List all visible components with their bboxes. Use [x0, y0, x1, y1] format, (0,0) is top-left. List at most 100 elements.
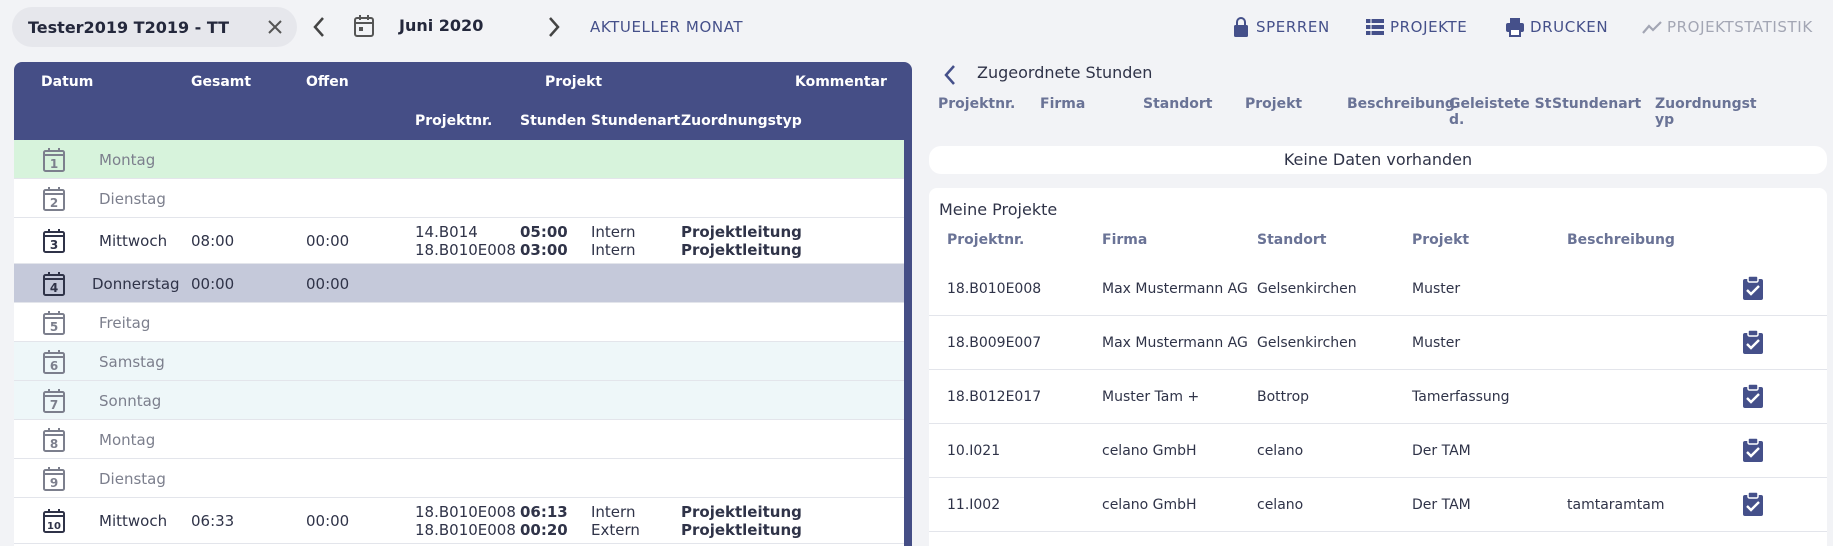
- my-projects-title: Meine Projekte: [939, 200, 1058, 219]
- day-name: Mittwoch: [99, 512, 168, 530]
- rh-beschreibung: Beschreibung: [1347, 96, 1455, 112]
- user-name: Tester2019 T2019 - TT: [28, 17, 230, 37]
- calendar-day-icon: 4: [43, 271, 65, 296]
- project-number: 10.I021: [947, 443, 1001, 459]
- list-icon: [1366, 19, 1384, 35]
- day-number: 9: [50, 476, 58, 490]
- assign-clipboard-icon[interactable]: [1741, 437, 1765, 463]
- project-row[interactable]: 18.B009E007 Max Mustermann AG Gelsenkirche…: [929, 316, 1827, 370]
- col-gesamt: Gesamt: [191, 74, 252, 90]
- project-location: Gelsenkirchen: [1257, 335, 1357, 351]
- rh-firma: Firma: [1040, 96, 1086, 112]
- project-location: celano: [1257, 497, 1304, 513]
- calendar-icon[interactable]: [353, 14, 375, 38]
- col-zuordnungstyp: Zuordnungstyp: [681, 113, 802, 129]
- ph-projekt: Projekt: [1412, 232, 1470, 248]
- rh-geleistete-a: Geleistete St: [1449, 96, 1552, 112]
- project-company: Max Mustermann AG: [1102, 335, 1248, 351]
- project-number: 18.B010E008: [415, 503, 516, 521]
- back-icon[interactable]: [940, 62, 960, 88]
- rh-zuordnung-b: yp: [1655, 112, 1675, 128]
- project-name: Muster: [1412, 281, 1461, 297]
- day-number: 5: [50, 320, 58, 334]
- hour-type: Intern: [591, 223, 636, 241]
- project-location: Gelsenkirchen: [1257, 281, 1357, 297]
- day-row[interactable]: 3 Mittwoch 08:00 00:00 14.B014 18.B010E008 05:…: [14, 218, 904, 264]
- project-row[interactable]: 18.B010E008 Max Mustermann AG Gelsenkirche…: [929, 262, 1827, 316]
- assign-clipboard-icon[interactable]: [1741, 329, 1765, 355]
- assigned-hours-title: Zugeordnete Stunden: [977, 63, 1153, 82]
- day-name: Montag: [99, 430, 156, 449]
- clear-icon[interactable]: [265, 17, 285, 37]
- hours-value: 00:20: [520, 521, 568, 539]
- project-row[interactable]: 11.I002 celano GmbH celano Der TAM tamtaramt…: [929, 478, 1827, 532]
- day-row[interactable]: 6 Samstag: [14, 342, 904, 381]
- print-button[interactable]: DRUCKEN: [1504, 16, 1608, 38]
- project-company: celano GmbH: [1102, 497, 1197, 513]
- scrollbar[interactable]: [904, 140, 912, 546]
- day-row[interactable]: 7 Sonntag: [14, 381, 904, 420]
- rh-projektnr: Projektnr.: [938, 96, 1016, 112]
- rh-stundenart: Stundenart: [1552, 96, 1642, 112]
- user-selector[interactable]: Tester2019 T2019 - TT: [12, 7, 297, 47]
- day-row[interactable]: 10 Mittwoch 06:33 00:00 18.B010E008 18.B010E0…: [14, 498, 904, 544]
- current-month-button[interactable]: AKTUELLER MONAT: [590, 18, 743, 36]
- day-number: 1: [50, 157, 58, 171]
- assignment-type: Projektleitung: [681, 223, 802, 241]
- assignment-type: Projektleitung: [681, 521, 802, 539]
- assign-clipboard-icon[interactable]: [1741, 383, 1765, 409]
- assign-clipboard-icon[interactable]: [1741, 491, 1765, 517]
- stats-label: PROJEKTSTATISTIK: [1667, 18, 1813, 36]
- rh-projekt: Projekt: [1245, 96, 1303, 112]
- day-row[interactable]: 1 Montag: [14, 140, 904, 179]
- day-name: Freitag: [99, 313, 151, 332]
- lock-button[interactable]: SPERREN: [1230, 16, 1330, 38]
- calendar-day-icon: 3: [43, 229, 65, 253]
- rh-geleistete-b: d.: [1449, 112, 1465, 128]
- project-description: tamtaramtam: [1567, 497, 1665, 513]
- project-company: Max Mustermann AG: [1102, 281, 1248, 297]
- rh-zuordnung-a: Zuordnungst: [1655, 96, 1757, 112]
- day-row[interactable]: 2 Dienstag: [14, 179, 904, 218]
- project-row[interactable]: 10.I021 celano GmbH celano Der TAM: [929, 424, 1827, 478]
- calendar-day-icon: 7: [43, 388, 65, 413]
- calendar-day-icon: 6: [43, 349, 65, 374]
- stats-button[interactable]: PROJEKTSTATISTIK: [1641, 16, 1813, 38]
- prev-month-icon[interactable]: [308, 14, 332, 40]
- next-month-icon[interactable]: [541, 14, 565, 40]
- assign-clipboard-icon[interactable]: [1741, 275, 1765, 301]
- table-header: Datum Gesamt Offen Projekt Kommentar Pro…: [14, 62, 912, 140]
- hours-value: 05:00: [520, 223, 568, 241]
- calendar-day-icon: 8: [43, 427, 65, 452]
- hour-type: Extern: [591, 521, 640, 539]
- day-row[interactable]: 8 Montag: [14, 420, 904, 459]
- assignment-type: Projektleitung: [681, 503, 802, 521]
- day-number: 6: [50, 359, 58, 373]
- project-number: 18.B012E017: [947, 389, 1042, 405]
- day-name: Dienstag: [99, 189, 166, 208]
- day-number: 7: [50, 398, 58, 412]
- col-datum: Datum: [41, 74, 94, 90]
- project-number: 18.B010E008: [415, 241, 516, 259]
- col-projekt: Projekt: [545, 74, 603, 90]
- day-row[interactable]: 5 Freitag: [14, 303, 904, 342]
- day-name: Samstag: [99, 352, 165, 371]
- rh-geleistete: Geleistete St d.: [1449, 96, 1551, 128]
- col-projektnr: Projektnr.: [415, 113, 493, 129]
- day-number: 3: [50, 238, 58, 252]
- project-row[interactable]: 18.B012E017 Muster Tam + Bottrop Tamerfassu…: [929, 370, 1827, 424]
- assignment-types: Projektleitung Projektleitung: [681, 503, 802, 539]
- day-number: 10: [47, 521, 61, 532]
- projects-button[interactable]: PROJEKTE: [1364, 16, 1467, 38]
- rh-zuordnungstyp: Zuordnungst yp: [1655, 96, 1757, 128]
- day-name: Mittwoch: [99, 232, 168, 250]
- open-hours: 00:00: [306, 512, 350, 530]
- hour-types: Intern Extern: [591, 503, 640, 539]
- col-offen: Offen: [306, 74, 349, 90]
- ph-standort: Standort: [1257, 232, 1327, 248]
- hours-value: 03:00: [520, 241, 568, 259]
- month-label: Juni 2020: [399, 16, 484, 35]
- ph-projektnr: Projektnr.: [947, 232, 1025, 248]
- day-row[interactable]: 9 Dienstag: [14, 459, 904, 498]
- day-row[interactable]: 4 Donnerstag 00:00 00:00: [14, 264, 904, 303]
